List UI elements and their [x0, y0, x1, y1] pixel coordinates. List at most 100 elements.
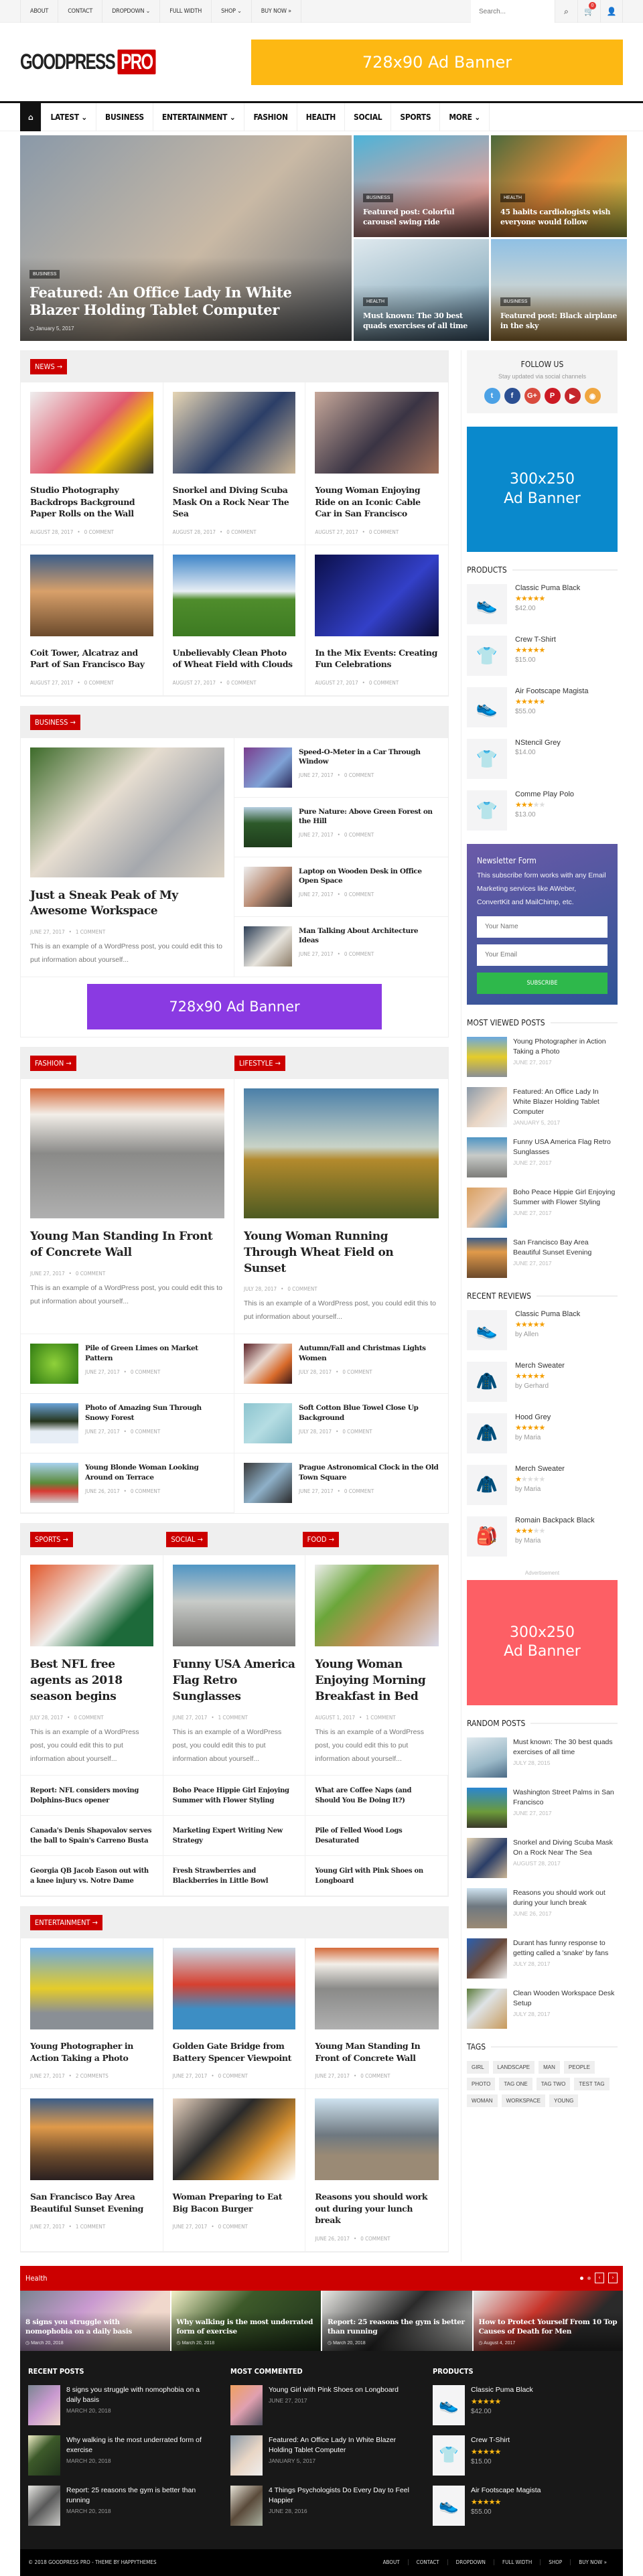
post-title[interactable]: Young Blonde Woman Looking Around on Ter… — [85, 1463, 224, 1482]
post-title[interactable]: Featured post: Colorful carousel swing r… — [363, 208, 480, 228]
product-thumbnail[interactable]: 👟 — [433, 2485, 465, 2526]
post-thumbnail[interactable] — [244, 747, 292, 788]
health-slide[interactable]: How to Protect Yourself From 10 Top Caus… — [473, 2290, 623, 2351]
post-title[interactable]: Reasons you should work out during your … — [315, 2191, 439, 2226]
post-title[interactable]: Young Woman Enjoying Morning Breakfast i… — [315, 1657, 439, 1705]
post-comments[interactable]: 0 Comment — [360, 2236, 390, 2242]
post-thumbnail[interactable] — [315, 1948, 439, 2030]
product-thumbnail[interactable]: 👕 — [433, 2435, 465, 2476]
google-plus-icon[interactable]: G+ — [524, 388, 541, 404]
post-thumbnail[interactable] — [467, 1237, 507, 1278]
business-main-post[interactable]: Just a Sneak Peak of My Awesome Workspac… — [21, 737, 234, 977]
post-title[interactable]: Young Man Standing In Front of Concrete … — [315, 2040, 439, 2064]
post-thumbnail[interactable] — [172, 554, 296, 636]
post-comments[interactable]: 0 Comment — [369, 680, 399, 686]
tag-link[interactable]: Landscape — [492, 2060, 535, 2074]
post-thumbnail[interactable] — [30, 554, 153, 636]
product-name[interactable]: Merch Sweater — [515, 1362, 565, 1370]
post-comments[interactable]: 1 Comment — [76, 929, 105, 935]
product-thumbnail[interactable]: 🎒 — [467, 1516, 507, 1557]
nav-health[interactable]: Health — [297, 103, 346, 131]
carousel-dot-2[interactable] — [587, 2276, 591, 2280]
product-name[interactable]: Crew T-Shirt — [471, 2435, 510, 2445]
nav-latest[interactable]: Latest ⌄ — [42, 103, 97, 131]
post-thumbnail[interactable] — [30, 1948, 153, 2030]
post-thumbnail[interactable] — [172, 2098, 296, 2181]
post-thumbnail[interactable] — [467, 1837, 507, 1878]
product-thumbnail[interactable]: 🧥 — [467, 1464, 507, 1505]
product-name[interactable]: Air Footscape Magista — [471, 2486, 541, 2496]
post-title[interactable]: Young Photographer in Action Taking a Ph… — [513, 1037, 618, 1057]
post-title[interactable]: How to Protect Yourself From 10 Top Caus… — [479, 2317, 618, 2336]
top-menu-dropdown[interactable]: Dropdown ⌄ — [102, 0, 159, 23]
tag-link[interactable]: Woman — [467, 2094, 498, 2107]
post-comments[interactable]: 1 Comment — [76, 2224, 105, 2230]
nav-home[interactable]: ⌂ — [20, 103, 42, 131]
post-thumbnail[interactable] — [244, 926, 292, 967]
post-thumbnail[interactable] — [28, 2384, 60, 2425]
nav-more[interactable]: More ⌄ — [440, 103, 490, 131]
tag-link[interactable]: Young — [549, 2094, 579, 2107]
featured-post[interactable]: Health 45 habits cardiologists wish every… — [491, 135, 627, 237]
post-thumbnail[interactable] — [30, 1344, 78, 1384]
tag-link[interactable]: Girl — [467, 2060, 489, 2074]
product-thumbnail[interactable]: 🧥 — [467, 1361, 507, 1402]
post-title[interactable]: Snorkel and Diving Scuba Mask On a Rock … — [513, 1838, 618, 1858]
post-title[interactable]: Featured: An Office Lady In White Blazer… — [513, 1087, 618, 1118]
newsletter-name-input[interactable] — [477, 916, 608, 938]
post-title[interactable]: Young Girl with Pink Shoes on Longboard — [269, 2385, 399, 2395]
news-category-link[interactable]: News → — [30, 359, 68, 374]
post-title[interactable]: Young Woman Running Through Wheat Field … — [244, 1229, 439, 1277]
post-thumbnail[interactable] — [172, 1948, 296, 2030]
post-thumbnail[interactable] — [467, 1137, 507, 1177]
post-thumbnail[interactable] — [28, 2485, 60, 2526]
post-thumbnail[interactable] — [467, 1187, 507, 1228]
post-comments[interactable]: 0 Comment — [344, 951, 374, 957]
product-name[interactable]: Hood Grey — [515, 1413, 551, 1421]
post-comments[interactable]: 1 Comment — [218, 1715, 248, 1721]
post-category-badge[interactable]: Business — [363, 194, 394, 203]
sports-category-link[interactable]: Sports → — [30, 1532, 73, 1548]
footer-menu-contact[interactable]: Contact — [407, 2559, 447, 2566]
post-title[interactable]: Reasons you should work out during your … — [513, 1888, 618, 1908]
post-comments[interactable]: 0 Comment — [218, 2073, 248, 2079]
post-comments[interactable]: 0 Comment — [226, 529, 256, 535]
post-title[interactable]: Soft Cotton Blue Towel Close Up Backgrou… — [299, 1403, 439, 1423]
list-post-title[interactable]: What are Coffee Naps (and Should You Be … — [305, 1776, 448, 1816]
post-title[interactable]: Woman Preparing to Eat Big Bacon Burger — [173, 2191, 296, 2214]
post-thumbnail[interactable] — [30, 2098, 153, 2181]
post-comments[interactable]: 0 Comment — [344, 891, 374, 898]
product-name[interactable]: Comme Play Polo — [515, 790, 574, 798]
post-comments[interactable]: 0 Comment — [369, 529, 399, 535]
carousel-prev-button[interactable]: ‹ — [595, 2273, 604, 2284]
post-title[interactable]: San Francisco Bay Area Beautiful Sunset … — [513, 1238, 618, 1258]
post-thumbnail[interactable] — [28, 2435, 60, 2476]
entertainment-category-link[interactable]: Entertainment → — [30, 1915, 102, 1931]
post-thumbnail[interactable] — [30, 1565, 153, 1647]
post-title[interactable]: Featured: An Office Lady In White Blazer… — [269, 2435, 413, 2455]
list-post-title[interactable]: Boho Peace Hippie Girl Enjoying Summer w… — [163, 1776, 306, 1816]
post-comments[interactable]: 2 Comments — [76, 2073, 109, 2079]
post-title[interactable]: Prague Astronomical Clock in the Old Tow… — [299, 1463, 439, 1482]
list-post-title[interactable]: Report: NFL considers moving Dolphins-Bu… — [21, 1776, 163, 1816]
post-title[interactable]: Why walking is the most underrated form … — [177, 2317, 316, 2336]
post-thumbnail[interactable] — [244, 806, 292, 847]
post-thumbnail[interactable] — [244, 1403, 292, 1444]
sidebar-ad-banner-1[interactable]: 300x250 Ad Banner — [467, 427, 618, 552]
post-title[interactable]: Funny USA America Flag Retro Sunglasses — [513, 1137, 618, 1157]
post-title[interactable]: San Francisco Bay Area Beautiful Sunset … — [30, 2191, 153, 2214]
post-thumbnail[interactable] — [467, 1737, 507, 1778]
food-category-link[interactable]: Food → — [302, 1532, 339, 1548]
post-comments[interactable]: 0 Comment — [344, 832, 374, 838]
list-post-title[interactable]: Pile of Felled Wood Logs Desaturated — [305, 1816, 448, 1857]
carousel-dot-1[interactable] — [580, 2276, 583, 2280]
nav-sports[interactable]: Sports — [391, 103, 441, 131]
newsletter-email-input[interactable] — [477, 944, 608, 966]
post-thumbnail[interactable] — [244, 866, 292, 907]
post-thumbnail[interactable] — [467, 1938, 507, 1979]
featured-post[interactable]: Business Featured: An Office Lady In Whit… — [20, 135, 352, 341]
tag-link[interactable]: Test Tag — [574, 2077, 610, 2090]
list-post-title[interactable]: Georgia QB Jacob Eason out with a knee i… — [21, 1856, 163, 1897]
content-ad-banner[interactable]: 728x90 Ad Banner — [87, 984, 382, 1030]
nav-business[interactable]: Business — [96, 103, 153, 131]
